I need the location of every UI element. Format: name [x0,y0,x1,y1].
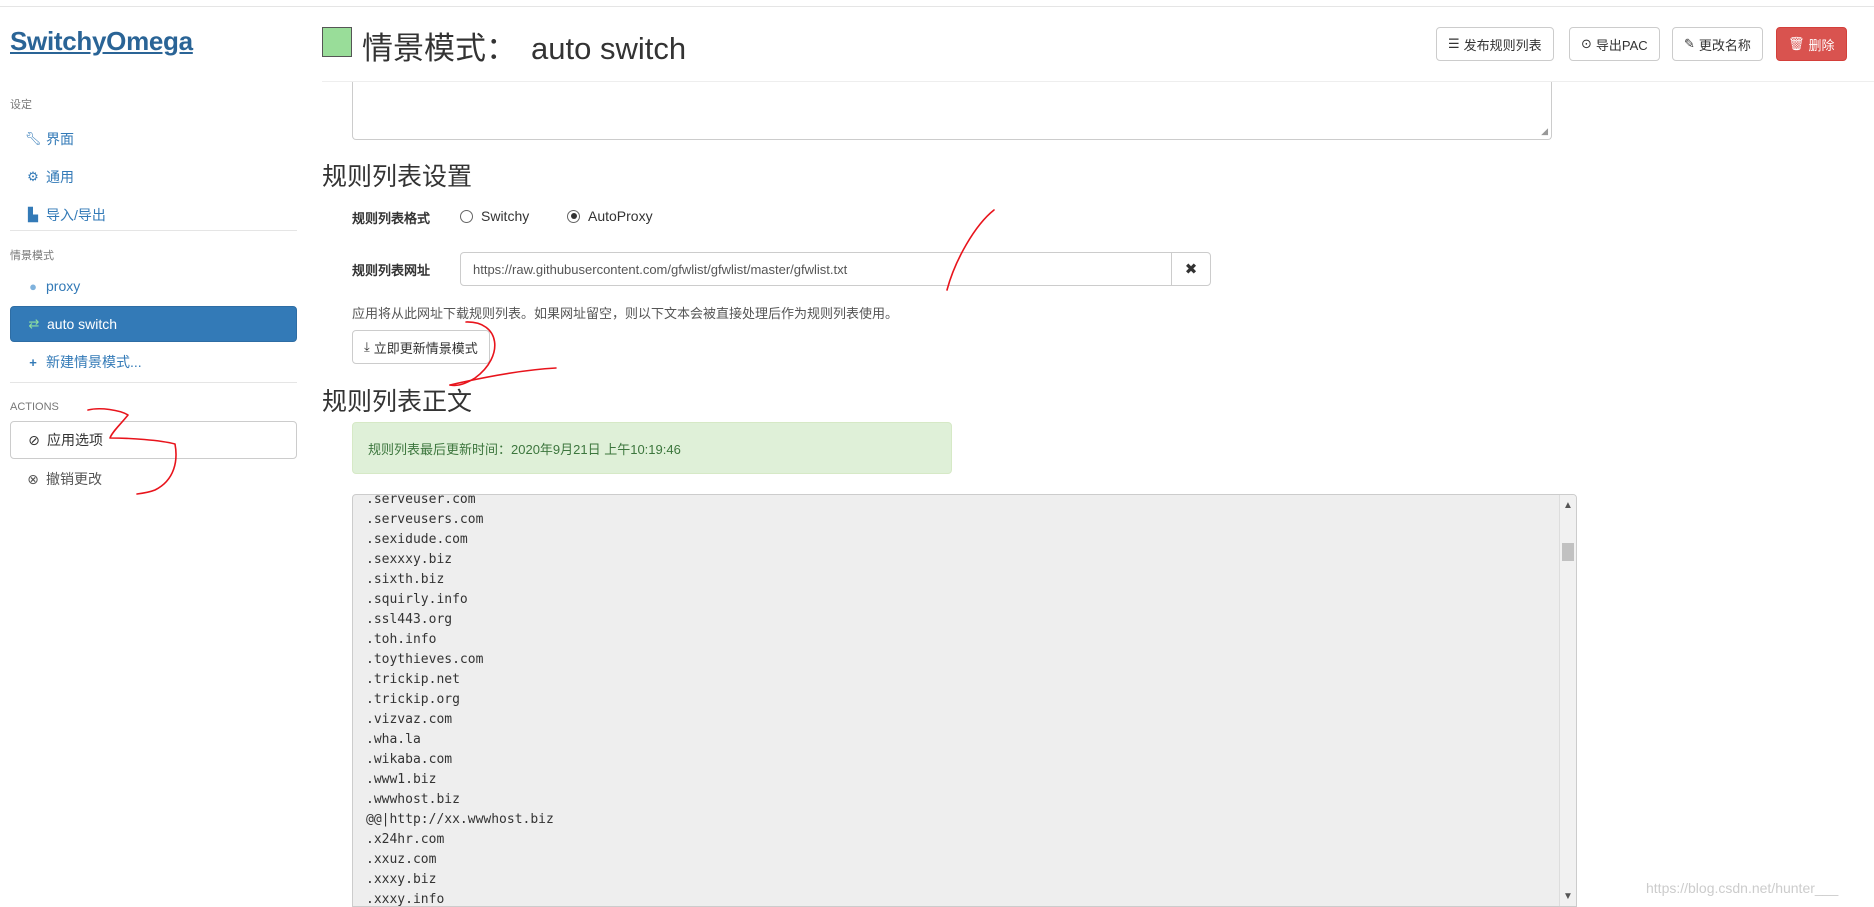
rule-line: .x24hr.com [366,832,445,847]
scroll-thumb[interactable] [1562,543,1574,561]
rule-line: .xxxy.biz [366,872,437,887]
profile-notes-textarea[interactable]: ◢ [352,82,1552,140]
sidebar-item-label: 通用 [46,169,74,185]
revert-changes-button[interactable]: ⊗ 撤销更改 [10,462,297,496]
sidebar-item-interface[interactable]: 🔧︎ 界面 [10,121,297,157]
sidebar-item-general[interactable]: ⚙ 通用 [10,159,297,195]
last-updated-text: 规则列表最后更新时间：2020年9月21日 上午10:19:46 [368,441,681,457]
check-circle-icon: ⊘ [28,431,40,448]
rule-list-url-input[interactable]: https://raw.githubusercontent.com/gfwlis… [460,252,1172,286]
rule-line: .trickip.net [366,672,460,687]
times-circle-icon: ⊗ [27,470,39,487]
sidebar-item-label: auto switch [47,316,118,332]
top-bar [0,0,1874,7]
rule-line: .sexidude.com [366,532,468,547]
sidebar-item-auto-switch[interactable]: ⇄ auto switch [10,306,297,342]
export-pac-button[interactable]: ⊙ 导出PAC [1569,27,1660,61]
rule-line: .sexxxy.biz [366,552,453,567]
rule-list-url-help: 应用将从此网址下载规则列表。如果网址留空，则以下文本会被直接处理后作为规则列表使… [352,306,899,321]
settings-header: 设定 [10,99,32,111]
rule-line: .wikaba.com [366,752,453,767]
list-icon: ☰ [1448,36,1460,51]
rule-list-text-title: 规则列表正文 [322,388,473,416]
sidebar-item-proxy[interactable]: ● proxy [10,268,297,304]
globe-icon: ● [29,278,37,294]
watermark: https://blog.csdn.net/hunter___ [1646,880,1839,896]
publish-rule-list-button[interactable]: ☰ 发布规则列表 [1436,27,1554,61]
divider [10,230,297,231]
close-icon: ✖ [1184,261,1198,278]
edit-icon: ✎ [1684,36,1695,51]
rule-list-settings-title: 规则列表设置 [322,163,473,191]
plus-icon: + [29,354,37,370]
radio-circle-icon [460,209,473,223]
gear-icon: ⚙ [27,169,39,184]
rule-list-format-label: 规则列表格式 [352,211,431,226]
brand-logo[interactable]: SwitchyOmega [10,26,193,57]
profiles-header: 情景模式 [10,250,54,262]
radio-checked-icon [567,209,580,223]
rule-list-textarea[interactable]: .serveuser.com .serveusers.com .sexidude.c… [352,494,1577,907]
page-header: 情景模式： auto switch ☰ 发布规则列表 ⊙ 导出PAC ✎ 更改名称… [322,7,1874,82]
download-icon: ⤓ [364,339,370,354]
rename-label: 更改名称 [1698,37,1751,53]
publish-label: 发布规则列表 [1463,37,1542,53]
rule-line: .squirly.info [366,592,468,607]
retweet-icon: ⇄ [28,316,40,331]
apply-options-button[interactable]: ⊘ 应用选项 [10,421,297,459]
sidebar-item-label: proxy [46,278,81,294]
sidebar-item-new-profile[interactable]: + 新建情景模式... [10,344,297,380]
rule-list-url-label: 规则列表网址 [352,263,431,278]
floppy-icon: ▙ [28,207,38,222]
actions-header: ACTIONS [10,401,59,413]
rule-line: .www1.biz [366,772,437,787]
rule-line: .xxuz.com [366,852,437,867]
wrench-icon: 🔧︎ [24,131,42,146]
page-title-prefix: 情景模式： [362,31,517,66]
divider [10,382,297,383]
sidebar: SwitchyOmega 设定 🔧︎ 界面 ⚙ 通用 ▙ 导入/导出 情景模式 … [0,7,310,907]
rule-line: .toythieves.com [366,652,484,667]
last-updated-alert: 规则列表最后更新时间：2020年9月21日 上午10:19:46 [352,422,952,474]
rule-line: .wwwhost.biz [366,792,460,807]
update-profile-label: 立即更新情景模式 [373,340,478,356]
rule-line: .trickip.org [366,692,460,707]
rule-line: .xxxy.info [366,892,445,907]
rule-line: .sixth.biz [366,572,445,587]
scroll-up-icon[interactable]: ▲ [1560,497,1576,513]
profile-name: auto switch [531,31,687,66]
apply-options-label: 应用选项 [47,432,103,448]
trash-icon: 🗑︎ [1788,36,1805,51]
rule-line: .serveuser.com [366,494,476,507]
resize-grip-icon[interactable]: ◢ [1541,126,1548,137]
rule-line: @@|http://xx.wwwhost.biz [366,812,554,827]
delete-label: 删除 [1808,37,1835,53]
rule-line: .ssl443.org [366,612,453,627]
rule-line: .wha.la [366,732,421,747]
download-circle-icon: ⊙ [1581,36,1592,51]
update-profile-button[interactable]: ⤓ 立即更新情景模式 [352,330,490,364]
export-pac-label: 导出PAC [1595,37,1648,53]
rule-line: .vizvaz.com [366,712,453,727]
clear-url-button[interactable]: ✖ [1171,252,1211,286]
radio-label: Switchy [481,208,530,224]
sidebar-item-label: 导入/导出 [46,207,106,223]
delete-button[interactable]: 🗑︎ 删除 [1776,27,1847,61]
format-radio-switchy[interactable]: Switchy [460,208,529,224]
rule-line: .toh.info [366,632,437,647]
radio-label: AutoProxy [588,208,653,224]
page-title: 情景模式： auto switch [362,23,686,68]
sidebar-item-label: 界面 [46,131,74,147]
format-radio-autoproxy[interactable]: AutoProxy [567,208,653,224]
scroll-down-icon[interactable]: ▼ [1560,888,1576,904]
revert-changes-label: 撤销更改 [46,471,102,487]
sidebar-item-label: 新建情景模式... [46,354,142,370]
rename-button[interactable]: ✎ 更改名称 [1672,27,1763,61]
scrollbar[interactable]: ▲ ▼ [1559,495,1576,906]
rule-line: .serveusers.com [366,512,484,527]
rule-lines: .serveuser.com .serveusers.com .sexidude.c… [366,494,554,907]
profile-color-swatch[interactable] [322,27,352,57]
sidebar-item-import-export[interactable]: ▙ 导入/导出 [10,197,297,233]
